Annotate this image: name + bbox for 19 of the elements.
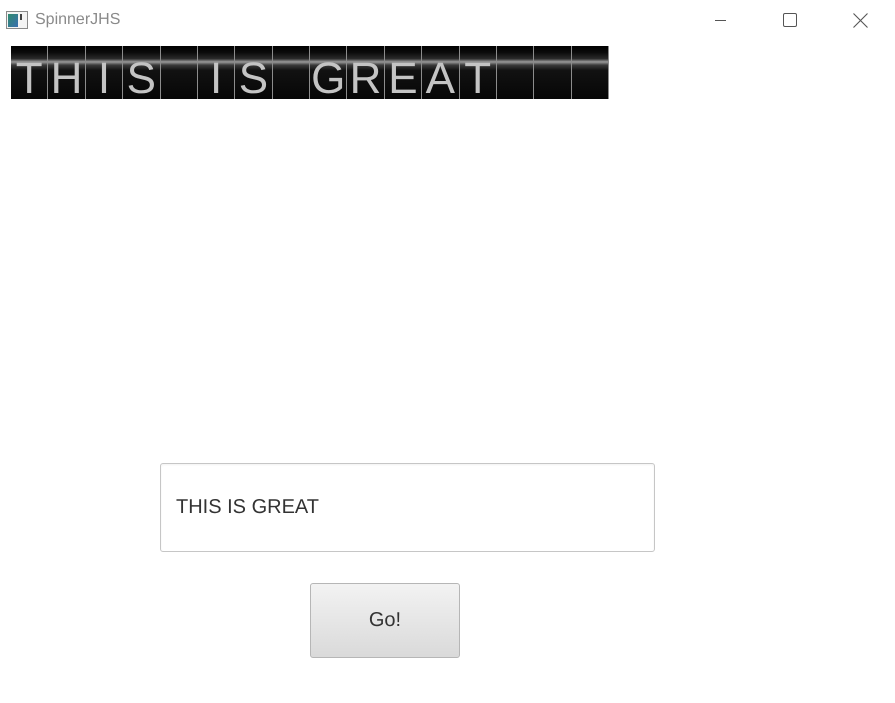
flap-tile	[572, 46, 609, 99]
close-icon	[852, 12, 868, 28]
flap-letter: T	[464, 59, 492, 99]
flap-tile	[534, 46, 572, 99]
flap-letter: G	[311, 59, 346, 99]
flap-letter: S	[126, 59, 156, 99]
flap-letter: S	[238, 59, 268, 99]
app-icon	[6, 11, 28, 29]
flap-letter: H	[50, 59, 82, 99]
flap-letter: R	[350, 59, 382, 99]
go-button[interactable]: Go!	[310, 583, 460, 658]
window-title: SpinnerJHS	[35, 11, 120, 29]
flap-letter: T	[16, 59, 43, 99]
maximize-icon	[783, 13, 797, 27]
flap-letter: I	[98, 59, 110, 99]
flap-letter: I	[210, 59, 222, 99]
flap-letter: E	[388, 59, 418, 99]
text-field[interactable]: THIS IS GREAT	[160, 463, 655, 552]
flap-letter: A	[426, 59, 455, 99]
